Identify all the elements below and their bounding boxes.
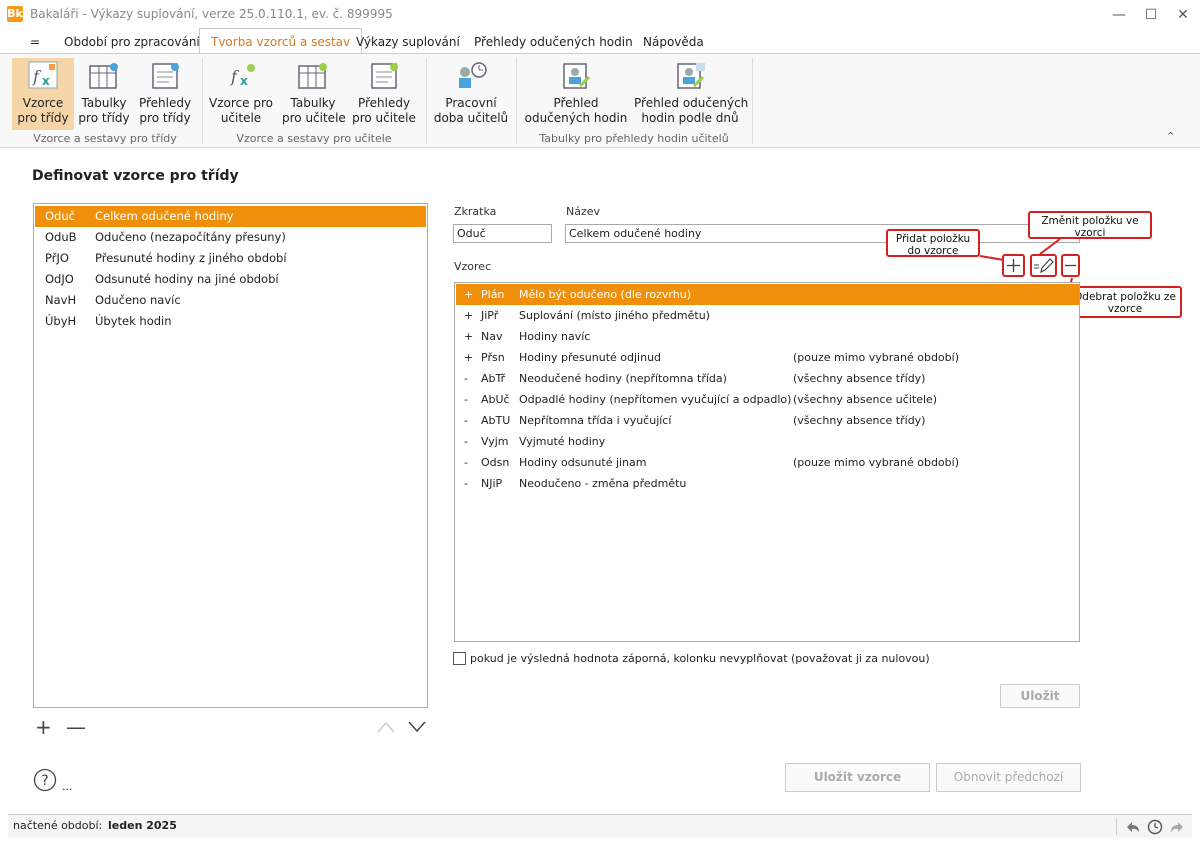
minimize-icon[interactable]: — (1102, 2, 1136, 28)
collapse-ribbon-icon[interactable]: ⌃ (1166, 130, 1180, 144)
remove-formula-icon[interactable]: — (66, 717, 86, 737)
ribbon-tabulky-pro-tridy-button[interactable]: Tabulky pro třídy (78, 58, 130, 130)
list-item[interactable]: PřJO Přesunuté hodiny z jiného období (35, 248, 426, 269)
svg-text:x: x (42, 74, 50, 88)
ribbon-separator (516, 58, 517, 144)
save-button[interactable]: Uložit (1000, 684, 1080, 708)
overview-days-icon (677, 63, 705, 89)
undo-icon[interactable] (1124, 819, 1142, 835)
page-title: Definovat vzorce pro třídy (32, 168, 239, 184)
status-label: načtené období: (13, 819, 103, 832)
svg-text:x: x (240, 74, 248, 88)
formula-row[interactable]: - NJiP Neodučeno - změna předmětu (456, 473, 1079, 494)
formula-row[interactable]: - AbTU Nepřítomna třída i vyučující (všechn… (456, 410, 1079, 431)
ribbon-vzorce-pro-ucitele-button[interactable]: fx Vzorce pro učitele (208, 58, 274, 130)
ribbon-tabulky-pro-ucitele-button[interactable]: Tabulky pro učitele (282, 58, 346, 130)
ribbon-prehledy-pro-tridy-button[interactable]: Přehledy pro třídy (138, 58, 192, 130)
negative-value-label: pokud je výsledná hodnota záporná, kolon… (470, 652, 930, 665)
status-period: leden 2025 (108, 819, 177, 832)
restore-previous-button[interactable]: Obnovit předchozí (936, 763, 1081, 792)
worktime-icon (459, 62, 487, 88)
list-item[interactable]: OdJO Odsunuté hodiny na jiné období (35, 269, 426, 290)
formula-row[interactable]: + JiPř Suplování (místo jiného předmětu) (456, 305, 1079, 326)
formula-icon: fx (28, 61, 58, 89)
tab-obdobi[interactable]: Období pro zpracování (56, 30, 208, 54)
status-bar: načtené období: leden 2025 (8, 814, 1192, 838)
close-icon[interactable]: ✕ (1166, 2, 1200, 28)
list-item[interactable]: NavH Odučeno navíc (35, 290, 426, 311)
tab-vykazy[interactable]: Výkazy suplování (348, 30, 468, 54)
app-logo-icon: Bk (7, 6, 23, 22)
hamburger-menu-icon[interactable]: = (22, 30, 48, 54)
maximize-icon[interactable]: ☐ (1134, 2, 1168, 28)
ribbon-separator (752, 58, 753, 144)
formula-row[interactable]: - AbTř Neodučené hodiny (nepřítomna třída)… (456, 368, 1079, 389)
more-link[interactable]: ... (62, 780, 73, 793)
ribbon-prehled-oducenych-button[interactable]: Přehled odučených hodin (522, 58, 630, 130)
table-teacher-icon (298, 63, 327, 89)
ribbon: fx Vzorce pro třídy Tabulky pro třídy Př… (0, 53, 1200, 148)
window-title: Bakaláři - Výkazy suplování, verze 25.0.… (30, 7, 393, 21)
callout-edit-item: Změnit položku ve vzorci (1028, 211, 1152, 239)
tab-tvorba-vzorcu[interactable]: Tvorba vzorců a sestav (199, 28, 363, 55)
add-formula-icon[interactable]: + (35, 717, 52, 737)
status-separator (1116, 818, 1117, 835)
abbr-input[interactable]: Oduč (453, 224, 552, 243)
formula-teacher-icon: fx (230, 64, 255, 88)
list-item[interactable]: Oduč Celkem odučené hodiny (35, 206, 426, 227)
move-down-icon[interactable] (407, 720, 427, 734)
overview-hours-icon (563, 63, 591, 89)
formula-row[interactable]: - Odsn Hodiny odsunuté jinam (pouze mimo vy… (456, 452, 1079, 473)
move-up-icon[interactable] (376, 720, 396, 734)
save-formulas-button[interactable]: Uložit vzorce (785, 763, 930, 792)
ribbon-group-label: Vzorce a sestavy pro třídy (33, 132, 177, 145)
list-item[interactable]: ÚbyH Úbytek hodin (35, 311, 426, 332)
callout-remove-item: Odebrat položku ze vzorce (1068, 286, 1182, 318)
formula-row[interactable]: + Plán Mělo být odučeno (dle rozvrhu) (456, 284, 1079, 305)
ribbon-pracovni-doba-button[interactable]: Pracovní doba učitelů (432, 58, 510, 130)
tab-napoveda[interactable]: Nápověda (635, 30, 712, 54)
ribbon-separator (426, 58, 427, 144)
formula-row[interactable]: - AbUč Odpadlé hodiny (nepřítomen vyučujíc… (456, 389, 1079, 410)
title-bar: Bk Bakaláři - Výkazy suplování, verze 25… (0, 0, 1200, 30)
formula-row[interactable]: - Vyjm Vyjmuté hodiny (456, 431, 1079, 452)
svg-text:?: ? (41, 773, 48, 789)
formula-row[interactable]: + Přsn Hodiny přesunuté odjinud (pouze mimo… (456, 347, 1079, 368)
ribbon-vzorce-pro-tridy-button[interactable]: fx Vzorce pro třídy (12, 58, 74, 130)
menu-bar: = Období pro zpracování Tvorba vzorců a … (0, 28, 1200, 55)
name-label: Název (566, 205, 601, 218)
ribbon-group-label: Tabulky pro přehledy hodin učitelů (539, 132, 729, 145)
formula-row[interactable]: + Nav Hodiny navíc (456, 326, 1079, 347)
callout-pointers (979, 238, 1073, 287)
history-icon[interactable] (1146, 818, 1164, 836)
svg-text:f: f (230, 67, 240, 86)
redo-icon[interactable] (1168, 819, 1186, 835)
abbr-label: Zkratka (454, 205, 497, 218)
ribbon-prehledy-pro-ucitele-button[interactable]: Přehledy pro učitele (352, 58, 416, 130)
formula-label: Vzorec (454, 260, 492, 273)
report-icon (152, 63, 179, 89)
tab-prehledy[interactable]: Přehledy odučených hodin (466, 30, 641, 54)
report-teacher-icon (371, 63, 398, 89)
negative-value-checkbox[interactable] (453, 652, 466, 665)
formula-list[interactable]: Oduč Celkem odučené hodiny OduB Odučeno (n… (33, 203, 428, 708)
ribbon-prehled-podle-dnu-button[interactable]: Přehled odučených hodin podle dnů (634, 58, 748, 130)
formula-items-list[interactable]: + Plán Mělo být odučeno (dle rozvrhu) + JiP… (454, 282, 1080, 642)
ribbon-group-label: Vzorce a sestavy pro učitele (236, 132, 392, 145)
ribbon-separator (202, 58, 203, 144)
list-item[interactable]: OduB Odučeno (nezapočítány přesuny) (35, 227, 426, 248)
help-icon[interactable]: ? (33, 768, 57, 792)
table-icon (89, 63, 118, 89)
